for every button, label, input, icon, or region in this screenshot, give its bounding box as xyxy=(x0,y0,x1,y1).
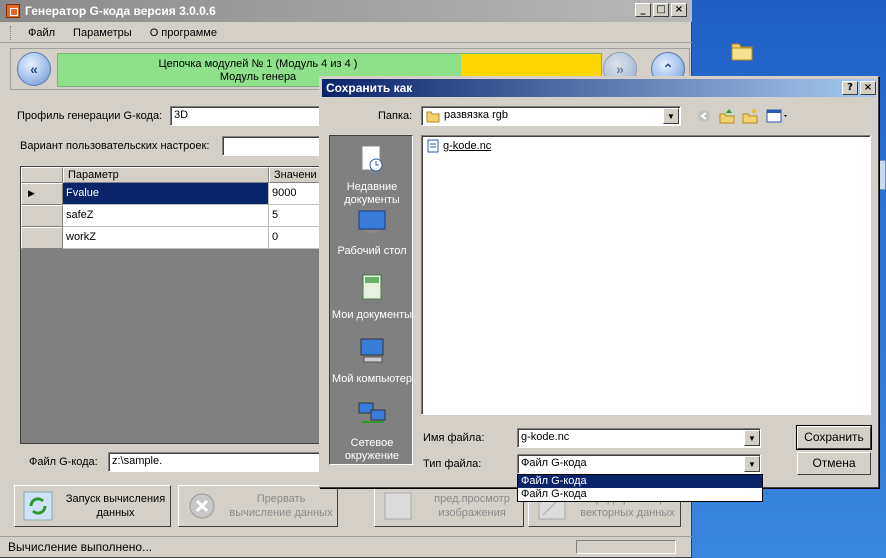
status-progress xyxy=(576,540,676,554)
maximize-icon[interactable]: □ xyxy=(653,3,669,17)
place-my-computer[interactable]: Мой компьютер xyxy=(330,336,414,386)
row-header[interactable]: ▶ xyxy=(21,183,63,205)
file-icon xyxy=(427,139,439,153)
grid-cell-value[interactable]: 5 xyxy=(269,205,321,227)
preview-image-button[interactable]: пред.просмотр изображения xyxy=(374,485,524,527)
dialog-title: Сохранить как xyxy=(326,81,413,95)
place-desktop-label: Рабочий стол xyxy=(337,245,407,257)
menu-grip xyxy=(10,25,13,40)
gcode-file-label: Файл G-кода: xyxy=(29,456,98,468)
up-folder-icon[interactable] xyxy=(718,107,736,125)
menu-about[interactable]: О программе xyxy=(141,27,226,39)
filename-input[interactable]: g-kode.nc xyxy=(517,428,761,448)
gcode-file-input[interactable]: z:\sample. xyxy=(108,452,320,472)
places-bar: Недавние документы Рабочий стол Мои доку… xyxy=(329,135,413,465)
profile-select[interactable]: 3D xyxy=(170,106,320,126)
recent-documents-icon xyxy=(361,145,383,172)
title-bar[interactable]: Генератор G-кода версия 3.0.0.6 xyxy=(0,0,692,22)
place-desktop[interactable]: Рабочий стол xyxy=(330,208,414,258)
refresh-icon xyxy=(23,491,53,521)
grid-cell-param[interactable]: Fvalue xyxy=(63,183,269,205)
cancel-button[interactable]: Отмена xyxy=(797,452,871,475)
folder-label: Папка: xyxy=(378,110,413,122)
grid-cell-value[interactable]: 0 xyxy=(269,227,321,249)
row-header[interactable] xyxy=(21,205,63,227)
filename-dropdown-arrow[interactable]: ▼ xyxy=(744,430,760,446)
filetype-dropdown-list: Файл G-кода Файл G-кода xyxy=(517,474,763,502)
run-calculation-label: Запуск вычисления данных xyxy=(65,493,166,519)
abort-calculation-button[interactable]: Прервать вычисление данных xyxy=(178,485,338,527)
grid-cell-param[interactable]: safeZ xyxy=(63,205,269,227)
prev-module-icon[interactable]: « xyxy=(17,52,51,86)
new-folder-icon[interactable] xyxy=(741,107,759,125)
folder-icon[interactable] xyxy=(728,36,756,64)
dialog-close-icon[interactable]: × xyxy=(860,81,876,95)
save-button[interactable]: Сохранить xyxy=(796,425,872,450)
close-icon[interactable]: × xyxy=(671,3,687,17)
status-bar: Вычисление выполнено... xyxy=(0,536,692,558)
desktop-icon xyxy=(358,210,386,233)
filetype-select[interactable]: Файл G-кода xyxy=(517,454,761,474)
filetype-dropdown-arrow[interactable]: ▼ xyxy=(744,456,760,472)
folder-combo[interactable]: развязка rgb xyxy=(421,106,681,126)
grid-cell-param[interactable]: workZ xyxy=(63,227,269,249)
back-icon[interactable] xyxy=(695,108,713,124)
folder-icon xyxy=(426,111,440,123)
place-network-label: Сетевое окружение xyxy=(344,437,400,462)
place-network[interactable]: Сетевое окружение xyxy=(330,400,414,463)
status-text: Вычисление выполнено... xyxy=(8,540,153,554)
place-my-computer-label: Мой компьютер xyxy=(331,373,413,385)
current-row-icon: ▶ xyxy=(28,188,35,198)
preview-image-label: пред.просмотр изображения xyxy=(434,493,510,519)
grid-header-param[interactable]: Параметр xyxy=(63,167,269,183)
dialog-title-bar[interactable]: Сохранить как xyxy=(322,79,876,97)
file-item[interactable]: g-kode.nc xyxy=(426,139,491,153)
minimize-icon[interactable]: _ xyxy=(635,3,651,17)
run-calculation-button[interactable]: Запуск вычисления данных xyxy=(14,485,171,527)
place-my-documents[interactable]: Мои документы xyxy=(330,272,414,322)
stop-icon xyxy=(189,493,215,519)
window-title: Генератор G-кода версия 3.0.0.6 xyxy=(25,4,216,18)
chain-line-2-text: Модуль генера xyxy=(219,71,297,83)
parameters-grid: Параметр Значени ▶ Fvalue 9000 safeZ 5 w… xyxy=(20,166,321,444)
my-documents-icon xyxy=(362,274,382,300)
filename-label: Имя файла: xyxy=(423,432,485,444)
variant-label: Вариант пользовательских настроек: xyxy=(20,140,210,152)
folder-value: развязка rgb xyxy=(444,109,509,121)
grid-header-value[interactable]: Значени xyxy=(269,167,321,183)
abort-calculation-label: Прервать вычисление данных xyxy=(229,493,333,519)
profile-label: Профиль генерации G-кода: xyxy=(17,110,163,122)
network-icon xyxy=(358,402,386,423)
variant-select[interactable] xyxy=(222,136,320,156)
place-recent[interactable]: Недавние документы xyxy=(330,144,414,207)
menu-bar: Файл Параметры О программе xyxy=(0,23,692,43)
chain-line-1: Цепочка модулей № 1 (Модуль 4 из 4 ) xyxy=(158,58,358,70)
grid-cell-value[interactable]: 9000 xyxy=(269,183,321,205)
filetype-label: Тип файла: xyxy=(423,458,482,470)
window-controls: _ □ × xyxy=(635,3,687,17)
grid-corner xyxy=(21,167,63,183)
file-list[interactable]: g-kode.nc xyxy=(421,135,871,415)
place-recent-label: Недавние документы xyxy=(344,181,400,206)
menu-file[interactable]: Файл xyxy=(19,27,64,39)
folder-dropdown-arrow[interactable]: ▼ xyxy=(663,108,679,124)
image-preview-icon xyxy=(384,492,412,520)
save-as-dialog: Сохранить как ? × Папка: развязка rgb ▼ … xyxy=(319,76,879,502)
place-my-documents-label: Мои документы xyxy=(331,309,413,321)
view-menu-icon[interactable] xyxy=(766,108,790,124)
file-name: g-kode.nc xyxy=(443,140,492,152)
filetype-option[interactable]: Файл G-кода xyxy=(518,475,762,488)
row-header[interactable] xyxy=(21,227,63,249)
menu-parameters[interactable]: Параметры xyxy=(64,27,141,39)
my-computer-icon xyxy=(360,338,384,363)
help-icon[interactable]: ? xyxy=(842,81,858,95)
app-icon xyxy=(6,4,20,18)
filetype-option[interactable]: Файл G-кода xyxy=(518,488,762,501)
